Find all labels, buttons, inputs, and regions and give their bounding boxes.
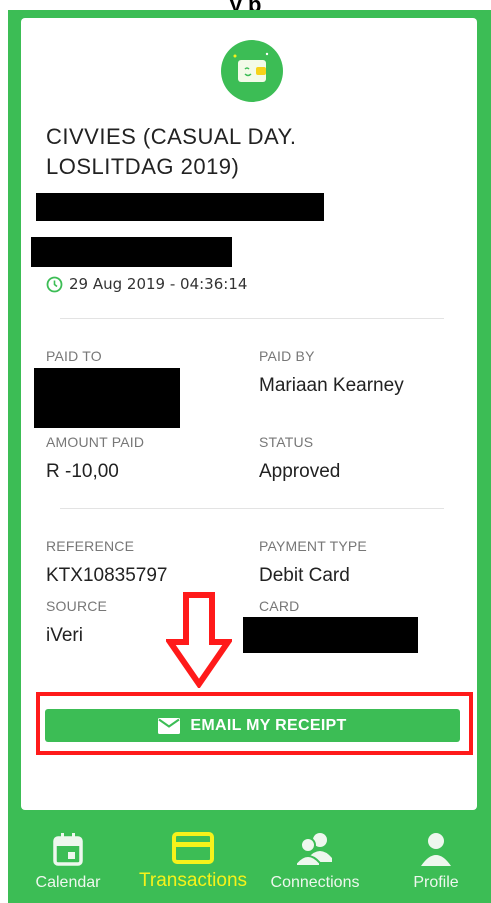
bottom-navigation: Calendar Transactions Connections Profil… — [8, 820, 491, 903]
clock-icon — [46, 276, 63, 293]
profile-icon — [419, 832, 453, 866]
mail-icon — [158, 717, 181, 734]
transaction-datetime-row: 29 Aug 2019 - 04:36:14 — [46, 274, 247, 294]
divider — [60, 508, 444, 509]
wallet-logo-icon — [221, 40, 283, 102]
amount-paid-value: R -10,00 — [46, 461, 119, 482]
reference-label: REFERENCE — [46, 538, 135, 554]
paid-to-label: PAID TO — [46, 348, 102, 364]
email-receipt-label: EMAIL MY RECEIPT — [190, 716, 347, 734]
connections-icon — [294, 832, 336, 866]
nav-label-calendar: Calendar — [35, 874, 101, 891]
transaction-title: CIVVIES (CASUAL DAY. LOSLITDAG 2019) — [46, 124, 297, 179]
nav-label-connections: Connections — [270, 874, 360, 891]
nav-item-profile[interactable]: Profile — [396, 832, 476, 892]
paid-by-value: Mariaan Kearney — [259, 375, 404, 396]
redacted-paid-to — [34, 368, 180, 428]
amount-paid-label: AMOUNT PAID — [46, 434, 145, 450]
redacted-block — [31, 237, 232, 267]
annotation-arrow-icon — [164, 592, 234, 693]
card-icon — [172, 832, 214, 864]
nav-label-transactions: Transactions — [138, 870, 248, 891]
redacted-block — [36, 193, 324, 221]
transaction-datetime: 29 Aug 2019 - 04:36:14 — [69, 275, 248, 293]
paid-by-label: PAID BY — [259, 348, 315, 364]
nav-item-connections[interactable]: Connections — [260, 832, 370, 892]
nav-item-transactions[interactable]: Transactions — [128, 832, 258, 892]
divider — [60, 318, 444, 319]
calendar-icon — [52, 832, 84, 866]
email-receipt-button[interactable]: EMAIL MY RECEIPT — [45, 709, 460, 742]
payment-type-value: Debit Card — [259, 565, 350, 586]
source-value: iVeri — [46, 625, 83, 646]
source-label: SOURCE — [46, 598, 108, 614]
payment-type-label: PAYMENT TYPE — [259, 538, 367, 554]
status-value: Approved — [259, 461, 341, 482]
status-label: STATUS — [259, 434, 314, 450]
nav-label-profile: Profile — [413, 874, 459, 891]
reference-value: KTX10835797 — [46, 565, 168, 586]
redacted-card — [243, 617, 418, 653]
nav-item-calendar[interactable]: Calendar — [28, 832, 108, 892]
card-label: CARD — [259, 598, 300, 614]
